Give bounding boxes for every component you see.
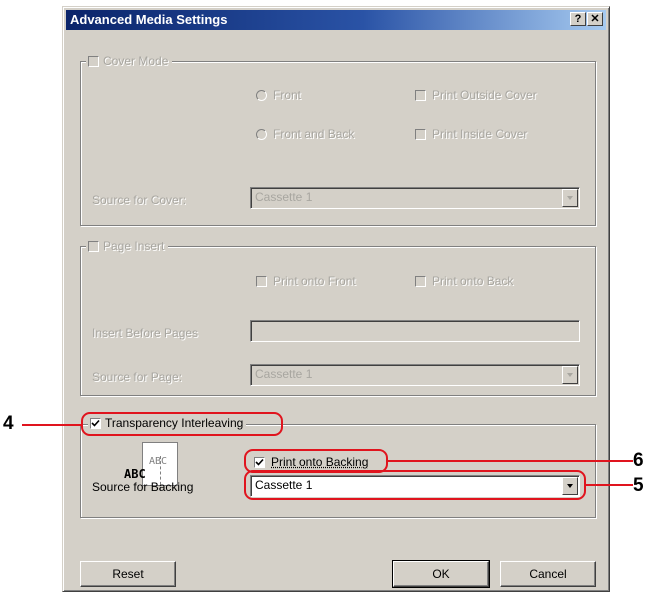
reset-button[interactable]: Reset <box>80 561 176 587</box>
front-label: Front <box>273 88 302 102</box>
dialog-title: Advanced Media Settings <box>70 12 228 27</box>
print-onto-front-checkbox[interactable] <box>256 275 267 287</box>
ok-button[interactable]: OK <box>392 560 490 588</box>
print-inside-cover-row[interactable]: Print Inside Cover <box>415 127 527 141</box>
page-insert-checkbox[interactable] <box>88 240 99 252</box>
source-for-cover-value: Cassette 1 <box>255 190 313 204</box>
callout-line-5 <box>585 484 633 486</box>
cover-mode-label: Cover Mode <box>103 54 169 68</box>
callout-number-4: 4 <box>3 413 14 434</box>
print-onto-back-label: Print onto Back <box>432 274 514 288</box>
print-onto-back-row[interactable]: Print onto Back <box>415 274 513 288</box>
cancel-button[interactable]: Cancel <box>500 561 596 587</box>
print-inside-cover-label: Print Inside Cover <box>432 127 528 141</box>
title-bar: Advanced Media Settings ? ✕ <box>66 10 606 30</box>
front-and-back-radio-row[interactable]: Front and Back <box>256 127 354 141</box>
source-for-cover-select[interactable]: Cassette 1 <box>250 187 580 209</box>
front-and-back-radio[interactable] <box>256 128 267 140</box>
page-insert-legend: Page Insert <box>86 239 169 253</box>
print-onto-front-row[interactable]: Print onto Front <box>256 274 356 288</box>
chevron-down-icon[interactable] <box>562 189 578 207</box>
callout-number-6: 6 <box>633 450 644 471</box>
source-for-page-value: Cassette 1 <box>255 367 313 381</box>
print-outside-cover-label: Print Outside Cover <box>432 88 537 102</box>
print-outside-cover-row[interactable]: Print Outside Cover <box>415 88 537 102</box>
source-for-backing-label: Source for Backing <box>92 480 194 494</box>
source-for-page-select[interactable]: Cassette 1 <box>250 364 580 386</box>
insert-before-pages-label: Insert Before Pages <box>92 326 199 340</box>
callout-line-4 <box>22 424 82 426</box>
callout-number-5: 5 <box>633 475 644 496</box>
source-for-cover-label: Source for Cover: <box>92 193 187 207</box>
cover-mode-legend: Cover Mode <box>86 54 173 68</box>
insert-before-pages-input[interactable] <box>250 320 580 342</box>
print-onto-front-label: Print onto Front <box>273 274 356 288</box>
front-radio[interactable] <box>256 89 267 101</box>
callout-box-4 <box>81 412 283 436</box>
close-button[interactable]: ✕ <box>587 12 603 26</box>
help-button[interactable]: ? <box>570 12 586 26</box>
print-inside-cover-checkbox[interactable] <box>415 128 426 140</box>
callout-box-5 <box>244 470 586 500</box>
cover-mode-checkbox[interactable] <box>88 55 99 67</box>
callout-line-6 <box>387 460 633 462</box>
front-radio-row[interactable]: Front <box>256 88 301 102</box>
page-insert-label: Page Insert <box>103 239 165 253</box>
chevron-down-icon[interactable] <box>562 366 578 384</box>
print-onto-back-checkbox[interactable] <box>415 275 426 287</box>
print-outside-cover-checkbox[interactable] <box>415 89 426 101</box>
source-for-page-label: Source for Page: <box>92 370 183 384</box>
front-and-back-label: Front and Back <box>273 127 355 141</box>
